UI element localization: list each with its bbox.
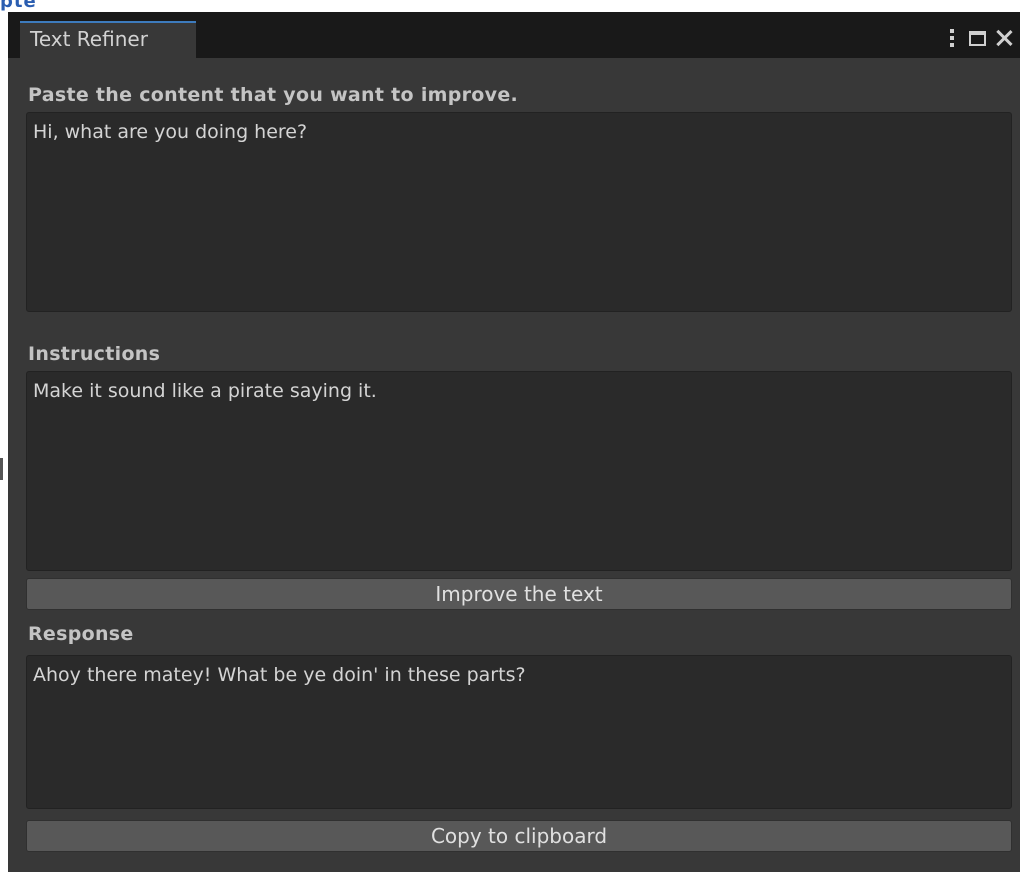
response-label: Response	[28, 623, 134, 645]
tab-text-refiner[interactable]: Text Refiner	[20, 21, 196, 58]
kebab-menu-icon[interactable]	[943, 26, 961, 50]
background-edge-mark	[0, 458, 3, 480]
background-text-fragment: pte	[0, 0, 37, 12]
content-textarea[interactable]: Hi, what are you doing here?	[26, 112, 1012, 312]
window-controls	[943, 24, 1014, 52]
content-label: Paste the content that you want to impro…	[28, 84, 519, 106]
instructions-textarea[interactable]: Make it sound like a pirate saying it.	[26, 371, 1012, 571]
maximize-icon[interactable]	[969, 30, 986, 46]
close-icon[interactable]	[994, 28, 1014, 48]
instructions-label: Instructions	[28, 343, 161, 365]
improve-text-button[interactable]: Improve the text	[26, 578, 1012, 610]
copy-to-clipboard-button[interactable]: Copy to clipboard	[26, 820, 1012, 852]
tab-bar: Text Refiner	[8, 12, 1020, 58]
text-refiner-window: Text Refiner Paste the content that you …	[8, 12, 1020, 872]
response-textarea[interactable]: Ahoy there matey! What be ye doin' in th…	[26, 655, 1012, 809]
